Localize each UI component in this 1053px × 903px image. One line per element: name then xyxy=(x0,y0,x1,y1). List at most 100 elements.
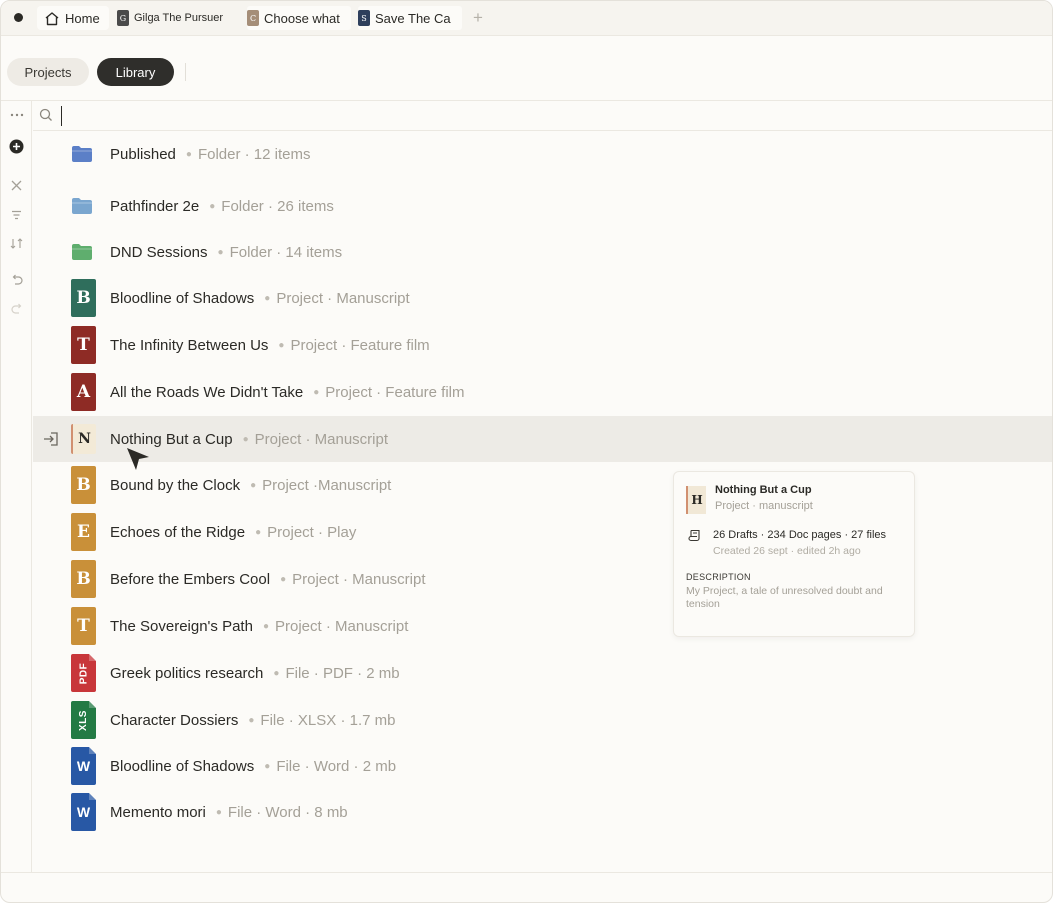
separator-dot: ● xyxy=(250,479,257,491)
tab-bar: Home G Gilga The Pursuer C Choose what S… xyxy=(1,1,1052,36)
project-icon: B xyxy=(71,466,96,504)
project-icon: A xyxy=(71,373,96,411)
card-description: My Project, a tale of unresolved doubt a… xyxy=(686,585,883,610)
item-title: Bound by the Clock xyxy=(110,476,241,494)
separator-dot: ● xyxy=(280,573,287,585)
add-icon[interactable] xyxy=(8,138,25,155)
tab-thumb: S xyxy=(358,10,370,26)
item-meta: Folder · 26 items xyxy=(221,197,334,215)
project-info-card: H Nothing But a Cup Project · manuscript… xyxy=(673,471,915,637)
item-meta: Project · Manuscript xyxy=(292,570,426,588)
footer-divider xyxy=(1,872,1052,873)
item-meta: File · Word · 2 mb xyxy=(276,757,397,775)
list-item[interactable]: B Bloodline of Shadows ● Project · Manuscri… xyxy=(33,275,1052,321)
separator-dot: ● xyxy=(215,806,222,818)
item-meta: Project ·Manuscript xyxy=(262,476,392,494)
sort-icon[interactable] xyxy=(8,235,25,252)
toolbar-divider xyxy=(185,63,186,81)
project-icon: T xyxy=(71,607,96,645)
item-title: Greek politics research xyxy=(110,664,264,682)
file-type-badge: W xyxy=(76,804,91,820)
tab-home-label: Home xyxy=(65,10,100,26)
project-icon: B xyxy=(71,279,96,317)
tab-home[interactable]: Home xyxy=(37,6,109,30)
item-title: Bloodline of Shadows xyxy=(110,289,255,307)
separator-dot: ● xyxy=(262,620,269,632)
item-title: Before the Embers Cool xyxy=(110,570,271,588)
left-rail xyxy=(1,101,32,872)
item-title: DND Sessions xyxy=(110,243,208,261)
tab-choose-what-label: Choose what xyxy=(264,10,340,26)
item-meta: Project · Play xyxy=(267,523,357,541)
card-description-heading: DESCRIPTION xyxy=(686,572,751,582)
folder-icon xyxy=(72,244,92,260)
project-icon: T xyxy=(71,326,96,364)
list-item[interactable]: PDF Greek politics research ● File · PDF · … xyxy=(33,650,1052,696)
mouse-cursor-icon xyxy=(127,448,149,470)
separator-dot: ● xyxy=(278,339,285,351)
open-icon[interactable] xyxy=(42,431,60,447)
undo-icon[interactable] xyxy=(8,271,25,288)
separator-dot: ● xyxy=(255,526,262,538)
tab-thumb: C xyxy=(247,10,259,26)
separator-dot: ● xyxy=(264,760,271,772)
library-toggle[interactable]: Library xyxy=(97,58,174,86)
card-subtitle: Project · manuscript xyxy=(715,500,813,512)
project-icon: B xyxy=(71,560,96,598)
word-file-icon: W xyxy=(71,747,96,785)
new-tab-plus-icon[interactable]: + xyxy=(473,7,483,29)
list-item[interactable]: T The Infinity Between Us ● Project · Featu… xyxy=(33,322,1052,368)
projects-toggle[interactable]: Projects xyxy=(7,58,89,86)
list-item[interactable]: Pathfinder 2e ● Folder · 26 items xyxy=(33,183,1052,229)
file-type-badge: XLS xyxy=(77,709,89,731)
item-title: Bloodline of Shadows xyxy=(110,757,255,775)
close-icon[interactable] xyxy=(8,177,25,194)
more-icon[interactable] xyxy=(8,106,25,123)
tab-save-the-ca[interactable]: S Save The Ca xyxy=(358,6,462,30)
item-title: The Infinity Between Us xyxy=(110,336,269,354)
item-meta: Project · Feature film xyxy=(290,336,430,354)
item-meta: File · Word · 8 mb xyxy=(227,803,348,821)
scroll-icon xyxy=(688,529,700,542)
tab-gilga[interactable]: G Gilga The Pursuer xyxy=(117,6,239,30)
window-menu-dot[interactable] xyxy=(14,13,23,22)
tab-thumb: G xyxy=(117,10,129,26)
card-title: Nothing But a Cup xyxy=(715,484,812,496)
item-title: Pathfinder 2e xyxy=(110,197,200,215)
xls-file-icon: XLS xyxy=(71,701,96,739)
pdf-file-icon: PDF xyxy=(71,654,96,692)
view-toolbar: Projects Library xyxy=(1,37,1052,101)
list-item[interactable]: Published ● Folder · 12 items xyxy=(33,131,1052,177)
item-title: The Sovereign's Path xyxy=(110,617,253,635)
item-title: Memento mori xyxy=(110,803,206,821)
list-item[interactable]: N Nothing But a Cup ● Project · Manuscript xyxy=(33,416,1052,462)
list-item[interactable]: W Memento mori ● File · Word · 8 mb xyxy=(33,789,1052,835)
tab-gilga-label: Gilga The Pursuer xyxy=(134,12,224,24)
filter-icon[interactable] xyxy=(8,206,25,223)
separator-dot: ● xyxy=(248,714,255,726)
card-dates: Created 26 sept · edited 2h ago xyxy=(713,545,861,557)
list-item[interactable]: A All the Roads We Didn't Take ● Project · … xyxy=(33,369,1052,415)
project-icon: E xyxy=(71,513,96,551)
separator-dot: ● xyxy=(242,433,249,445)
item-meta: Project · Manuscript xyxy=(275,617,409,635)
list-item[interactable]: XLS Character Dossiers ● File · XLSX · 1.7 … xyxy=(33,697,1052,743)
separator-dot: ● xyxy=(217,246,224,258)
item-meta: File · XLSX · 1.7 mb xyxy=(260,711,396,729)
item-meta: Project · Manuscript xyxy=(276,289,410,307)
item-title: Published xyxy=(110,145,176,163)
redo-icon[interactable] xyxy=(8,300,25,317)
search-bar xyxy=(33,101,1052,131)
list-item[interactable]: DND Sessions ● Folder · 14 items xyxy=(33,229,1052,275)
search-input[interactable] xyxy=(61,106,561,126)
item-title: Nothing But a Cup xyxy=(110,430,233,448)
file-type-badge: W xyxy=(76,758,91,774)
tab-choose-what[interactable]: C Choose what xyxy=(247,6,351,30)
separator-dot: ● xyxy=(273,667,280,679)
item-meta: Project · Feature film xyxy=(325,383,465,401)
tab-save-the-ca-label: Save The Ca xyxy=(375,10,451,26)
home-icon xyxy=(45,11,59,25)
list-item[interactable]: W Bloodline of Shadows ● File · Word · 2 mb xyxy=(33,743,1052,789)
folder-icon xyxy=(72,146,92,162)
card-project-icon: H xyxy=(686,486,706,514)
